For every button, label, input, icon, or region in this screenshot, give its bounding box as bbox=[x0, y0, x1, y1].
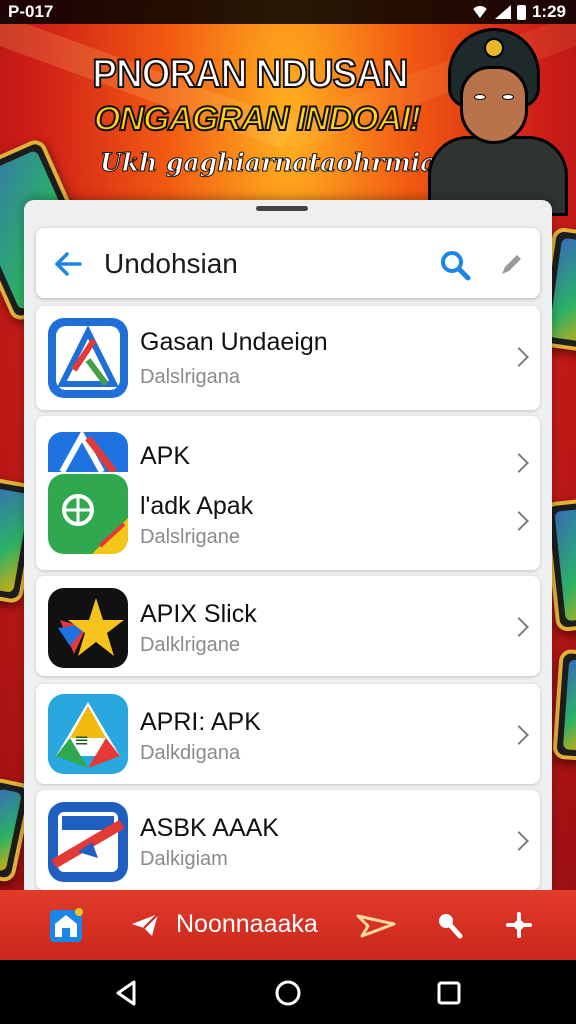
app-list-item[interactable]: ASBK AAAK Dalkigiam bbox=[36, 790, 540, 890]
search-query[interactable]: Undohsian bbox=[104, 248, 238, 280]
app-list-item[interactable]: ≡ APRI: APK Dalkdigana bbox=[36, 684, 540, 784]
promo-banner[interactable]: PNORAN NDUSAN ONGAGRAN INDOAI! Ukh gaghi… bbox=[0, 24, 576, 216]
chevron-right-icon bbox=[509, 453, 529, 473]
search-bar[interactable]: Undohsian bbox=[36, 228, 540, 298]
chevron-right-icon bbox=[509, 831, 529, 851]
bottom-navigation: Noonnaaaka bbox=[0, 890, 576, 960]
chevron-right-icon bbox=[509, 617, 529, 637]
results-sheet: Undohsian Gasan Undaeign Dalslrigana APK bbox=[24, 200, 552, 890]
signal-icon bbox=[494, 5, 511, 19]
arrow-a-app-icon bbox=[48, 318, 128, 398]
status-time: 1:29 bbox=[531, 2, 566, 21]
drag-handle[interactable] bbox=[256, 206, 308, 211]
banner-subtitle: ONGAGRAN INDOAI! bbox=[93, 99, 422, 139]
paper-plane-icon[interactable] bbox=[128, 910, 162, 940]
chevron-right-icon bbox=[509, 347, 529, 367]
app-name: l'adk Apak bbox=[140, 492, 254, 520]
app-name: APIX Slick bbox=[140, 600, 257, 628]
app-subtitle: Dalkigiam bbox=[140, 848, 228, 870]
app-name: ASBK AAAK bbox=[140, 814, 279, 842]
chevron-right-icon bbox=[509, 511, 529, 531]
drive-app-icon: ≡ bbox=[48, 694, 128, 774]
back-triangle-icon[interactable] bbox=[112, 978, 142, 1008]
status-bar: P-017 1:29 bbox=[0, 0, 576, 24]
home-icon[interactable] bbox=[46, 906, 86, 946]
banner-tagline: Ukh gaghiarnataohrmian bbox=[100, 148, 456, 178]
edit-pencil-icon[interactable] bbox=[496, 250, 526, 280]
app-subtitle: Dalklrigane bbox=[140, 634, 241, 656]
app-list-item[interactable]: APK l'adk Apak Dalslrigane bbox=[36, 416, 540, 570]
star-app-icon bbox=[48, 588, 128, 668]
battery-icon bbox=[516, 4, 526, 20]
app-subtitle: Dalslrigane bbox=[140, 526, 241, 548]
banner-title: PNORAN NDUSAN bbox=[91, 51, 409, 97]
settings-icon[interactable] bbox=[502, 910, 536, 940]
app-name: Gasan Undaeign bbox=[140, 328, 328, 356]
app-list-item[interactable]: Gasan Undaeign Dalslrigana bbox=[36, 306, 540, 410]
search-icon[interactable] bbox=[438, 248, 472, 282]
green-shield-app-icon bbox=[48, 474, 128, 554]
home-circle-icon[interactable] bbox=[273, 978, 303, 1008]
chevron-right-icon bbox=[509, 725, 529, 745]
system-navigation-bar bbox=[0, 960, 576, 1024]
search-icon[interactable] bbox=[434, 910, 468, 940]
helmet-badge-icon bbox=[484, 38, 504, 58]
svg-text:≡: ≡ bbox=[74, 730, 89, 751]
back-arrow-icon[interactable] bbox=[50, 246, 86, 282]
app-name: APK bbox=[140, 442, 191, 470]
app-name: APRI: APK bbox=[140, 708, 261, 736]
app-subtitle: Dalslrigana bbox=[140, 366, 241, 388]
app-list-item[interactable]: APIX Slick Dalklrigane bbox=[36, 576, 540, 676]
mascot-illustration bbox=[422, 24, 572, 216]
status-icons: 1:29 bbox=[470, 2, 566, 22]
recents-square-icon[interactable] bbox=[434, 978, 464, 1008]
status-left-text: P-017 bbox=[8, 2, 54, 21]
stamp-app-icon bbox=[48, 802, 128, 882]
app-subtitle: Dalkdigana bbox=[140, 742, 241, 764]
triangle-app-icon bbox=[48, 432, 128, 472]
wifi-icon bbox=[470, 6, 489, 18]
send-icon[interactable] bbox=[356, 910, 396, 940]
nav-label[interactable]: Noonnaaaka bbox=[176, 910, 318, 939]
